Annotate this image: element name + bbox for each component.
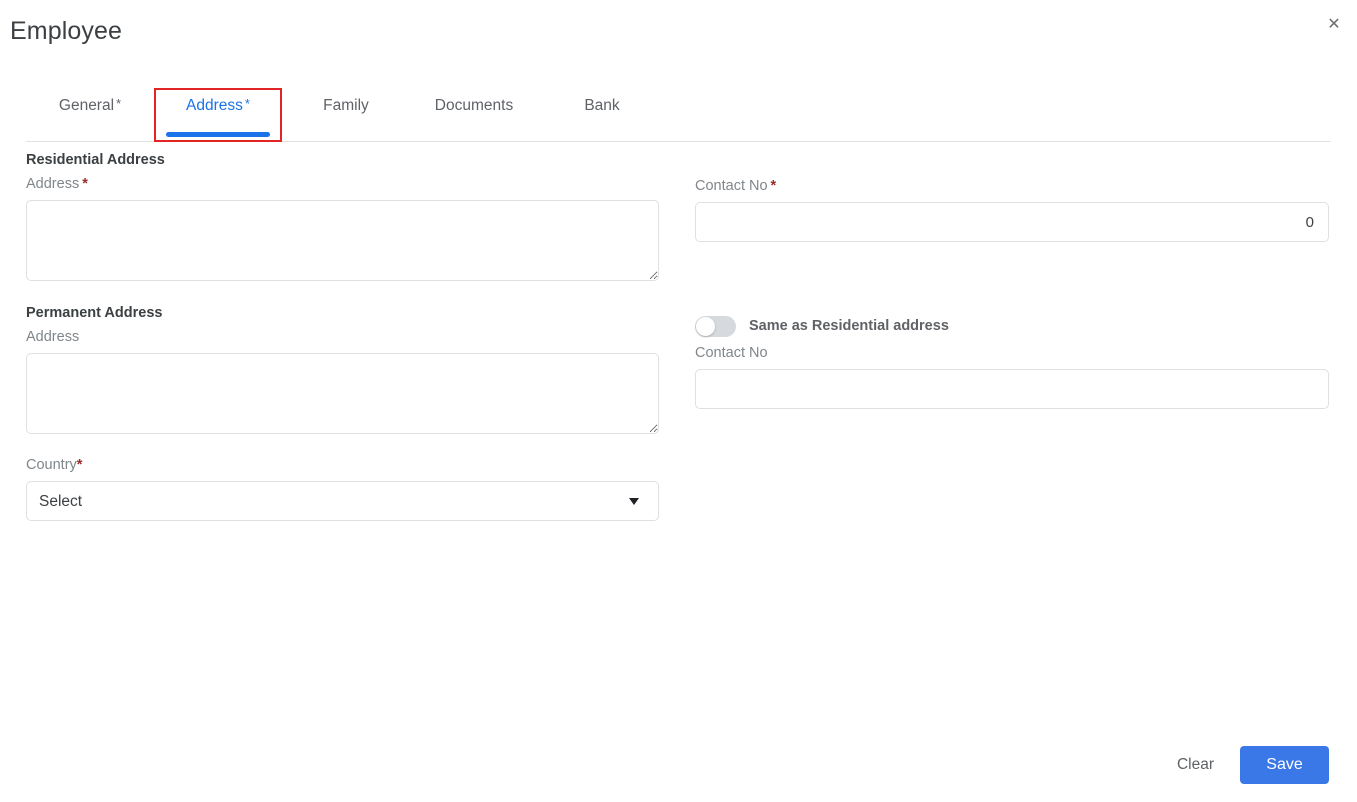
tab-address[interactable]: Address * [154,88,282,142]
permanent-address-input[interactable] [26,353,659,434]
tab-general[interactable]: General * [26,88,154,142]
dialog-title: Employee [10,17,122,45]
dialog-footer: Clear Save [1167,746,1329,784]
tab-general-required-marker: * [116,96,122,111]
permanent-contact-label: Contact No [695,345,768,361]
residential-contact-required-marker: * [770,178,777,194]
form-right-column: Contact No* Same as Residential address … [695,150,1329,409]
country-required-marker: * [76,457,83,473]
same-as-residential-row: Same as Residential address [695,314,1329,338]
country-label-text: Country [26,457,77,473]
permanent-address-section-title: Permanent Address [26,305,163,321]
clear-button[interactable]: Clear [1167,748,1224,782]
form-left-column: Residential Address Address * Permanent A… [26,150,659,521]
residential-address-label-text: Address [26,176,80,192]
country-label: Country* [26,455,659,475]
residential-contact-label-text: Contact No [695,178,768,194]
tab-bank-label: Bank [584,97,620,114]
same-as-residential-label: Same as Residential address [749,318,949,334]
residential-address-section-title: Residential Address [26,152,165,168]
tab-family-label: Family [323,97,369,114]
toggle-knob [696,316,715,336]
permanent-contact-input[interactable] [695,369,1329,409]
tab-address-label: Address [186,97,243,114]
country-select[interactable]: Select [26,481,659,521]
tab-documents[interactable]: Documents [410,88,538,142]
tab-address-required-marker: * [244,96,250,111]
residential-contact-input[interactable] [695,202,1329,242]
tab-documents-label: Documents [434,97,514,114]
tab-general-label: General [58,97,115,114]
save-button[interactable]: Save [1240,746,1329,784]
residential-address-required-marker: * [82,176,88,192]
country-select-wrapper: Select [26,481,659,521]
tab-bar: General * Address * Family Documents Bank [26,88,1331,142]
tab-bank[interactable]: Bank [538,88,666,142]
tab-family[interactable]: Family [282,88,410,142]
address-form: Residential Address Address * Permanent A… [0,150,1357,730]
permanent-address-label: Address [26,329,80,345]
residential-contact-label: Contact No * [695,176,1329,196]
residential-address-label: Address * [26,174,659,194]
residential-address-input[interactable] [26,200,659,281]
close-icon[interactable]: ✕ [1323,14,1345,36]
tab-active-indicator [166,132,270,137]
tab-list: General * Address * Family Documents Bank [26,88,666,142]
employee-dialog: Employee ✕ General * Address * Family Docu… [0,0,1357,802]
same-as-residential-toggle[interactable] [695,315,736,337]
